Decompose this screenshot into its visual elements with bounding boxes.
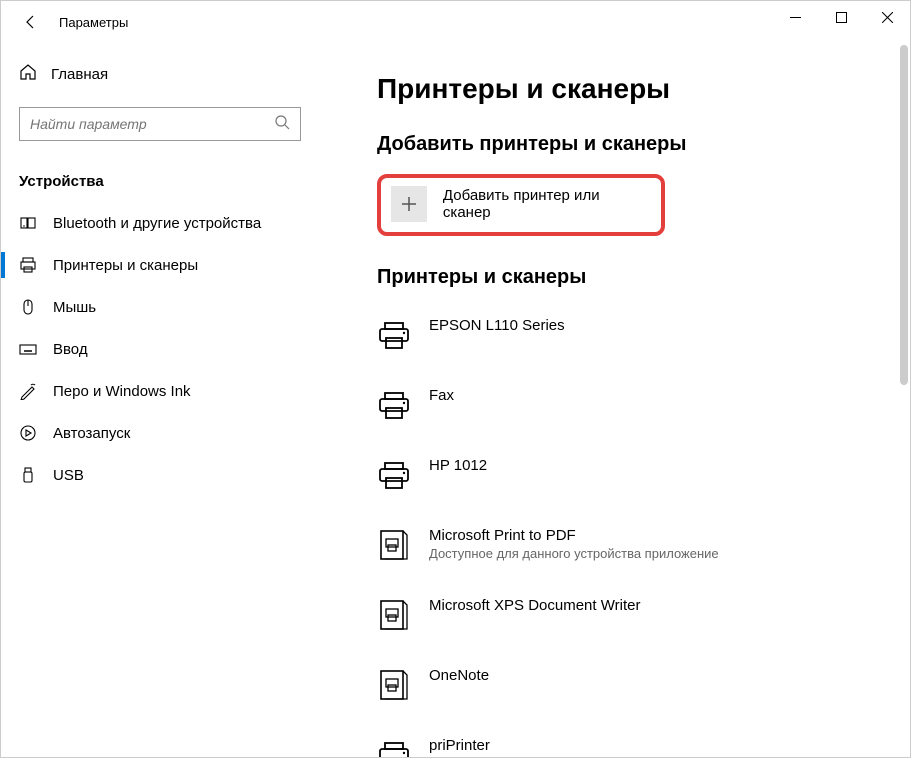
pen-icon xyxy=(19,382,37,400)
printer-name: HP 1012 xyxy=(429,457,487,474)
sidebar-item-label: Автозапуск xyxy=(53,425,130,442)
printer-item[interactable]: OneNote xyxy=(377,657,874,727)
printer-subtitle: Доступное для данного устройства приложе… xyxy=(429,546,719,561)
close-button[interactable] xyxy=(864,1,910,33)
printer-item[interactable]: EPSON L110 Series xyxy=(377,307,874,377)
printer-item[interactable]: Microsoft Print to PDF Доступное для данн… xyxy=(377,517,874,587)
virtual-printer-icon xyxy=(377,599,411,633)
bluetooth-icon xyxy=(19,214,37,232)
search-input[interactable] xyxy=(30,116,274,132)
sidebar-item-label: Мышь xyxy=(53,299,96,316)
add-printer-label: Добавить принтер или сканер xyxy=(443,187,651,221)
sidebar-item-label: Bluetooth и другие устройства xyxy=(53,215,261,232)
printer-item[interactable]: Fax xyxy=(377,377,874,447)
maximize-button[interactable] xyxy=(818,1,864,33)
printer-icon xyxy=(377,319,411,353)
window-title: Параметры xyxy=(59,15,128,30)
keyboard-icon xyxy=(19,340,37,358)
scrollbar[interactable] xyxy=(900,45,908,755)
sidebar-section-title: Устройства xyxy=(1,161,321,202)
printer-item[interactable]: HP 1012 xyxy=(377,447,874,517)
sidebar-item-printer[interactable]: Принтеры и сканеры xyxy=(1,244,321,286)
printer-name: OneNote xyxy=(429,667,489,684)
printer-icon xyxy=(377,459,411,493)
sidebar-home[interactable]: Главная xyxy=(1,53,321,95)
printer-list-title: Принтеры и сканеры xyxy=(377,266,874,289)
sidebar: Главная Устройства Bluetooth и другие ус… xyxy=(1,43,321,757)
printer-icon xyxy=(19,256,37,274)
main-content: Принтеры и сканеры Добавить принтеры и с… xyxy=(321,43,910,757)
printer-item[interactable]: priPrinter xyxy=(377,727,874,757)
sidebar-item-label: Принтеры и сканеры xyxy=(53,257,198,274)
plus-icon xyxy=(391,186,427,222)
add-section-title: Добавить принтеры и сканеры xyxy=(377,133,874,156)
search-icon xyxy=(274,114,290,135)
sidebar-item-bluetooth[interactable]: Bluetooth и другие устройства xyxy=(1,202,321,244)
sidebar-item-autoplay[interactable]: Автозапуск xyxy=(1,412,321,454)
sidebar-item-mouse[interactable]: Мышь xyxy=(1,286,321,328)
virtual-printer-icon xyxy=(377,669,411,703)
window-controls xyxy=(772,1,910,33)
sidebar-item-keyboard[interactable]: Ввод xyxy=(1,328,321,370)
usb-icon xyxy=(19,466,37,484)
add-printer-button[interactable]: Добавить принтер или сканер xyxy=(377,174,665,236)
printer-icon xyxy=(377,389,411,423)
printer-icon xyxy=(377,739,411,757)
sidebar-item-label: Ввод xyxy=(53,341,88,358)
sidebar-home-label: Главная xyxy=(51,66,108,83)
sidebar-item-usb[interactable]: USB xyxy=(1,454,321,496)
printer-name: Microsoft XPS Document Writer xyxy=(429,597,640,614)
virtual-printer-icon xyxy=(377,529,411,563)
printer-name: Fax xyxy=(429,387,454,404)
autoplay-icon xyxy=(19,424,37,442)
printer-name: Microsoft Print to PDF xyxy=(429,527,719,544)
titlebar: Параметры xyxy=(1,1,910,43)
back-button[interactable] xyxy=(11,2,51,42)
home-icon xyxy=(19,63,37,85)
scrollbar-thumb[interactable] xyxy=(900,45,908,385)
minimize-button[interactable] xyxy=(772,1,818,33)
sidebar-item-label: USB xyxy=(53,467,84,484)
mouse-icon xyxy=(19,298,37,316)
printer-name: priPrinter xyxy=(429,737,490,754)
page-title: Принтеры и сканеры xyxy=(377,73,874,105)
sidebar-item-pen[interactable]: Перо и Windows Ink xyxy=(1,370,321,412)
printer-item[interactable]: Microsoft XPS Document Writer xyxy=(377,587,874,657)
sidebar-item-label: Перо и Windows Ink xyxy=(53,383,191,400)
search-box[interactable] xyxy=(19,107,301,141)
printer-name: EPSON L110 Series xyxy=(429,317,565,334)
